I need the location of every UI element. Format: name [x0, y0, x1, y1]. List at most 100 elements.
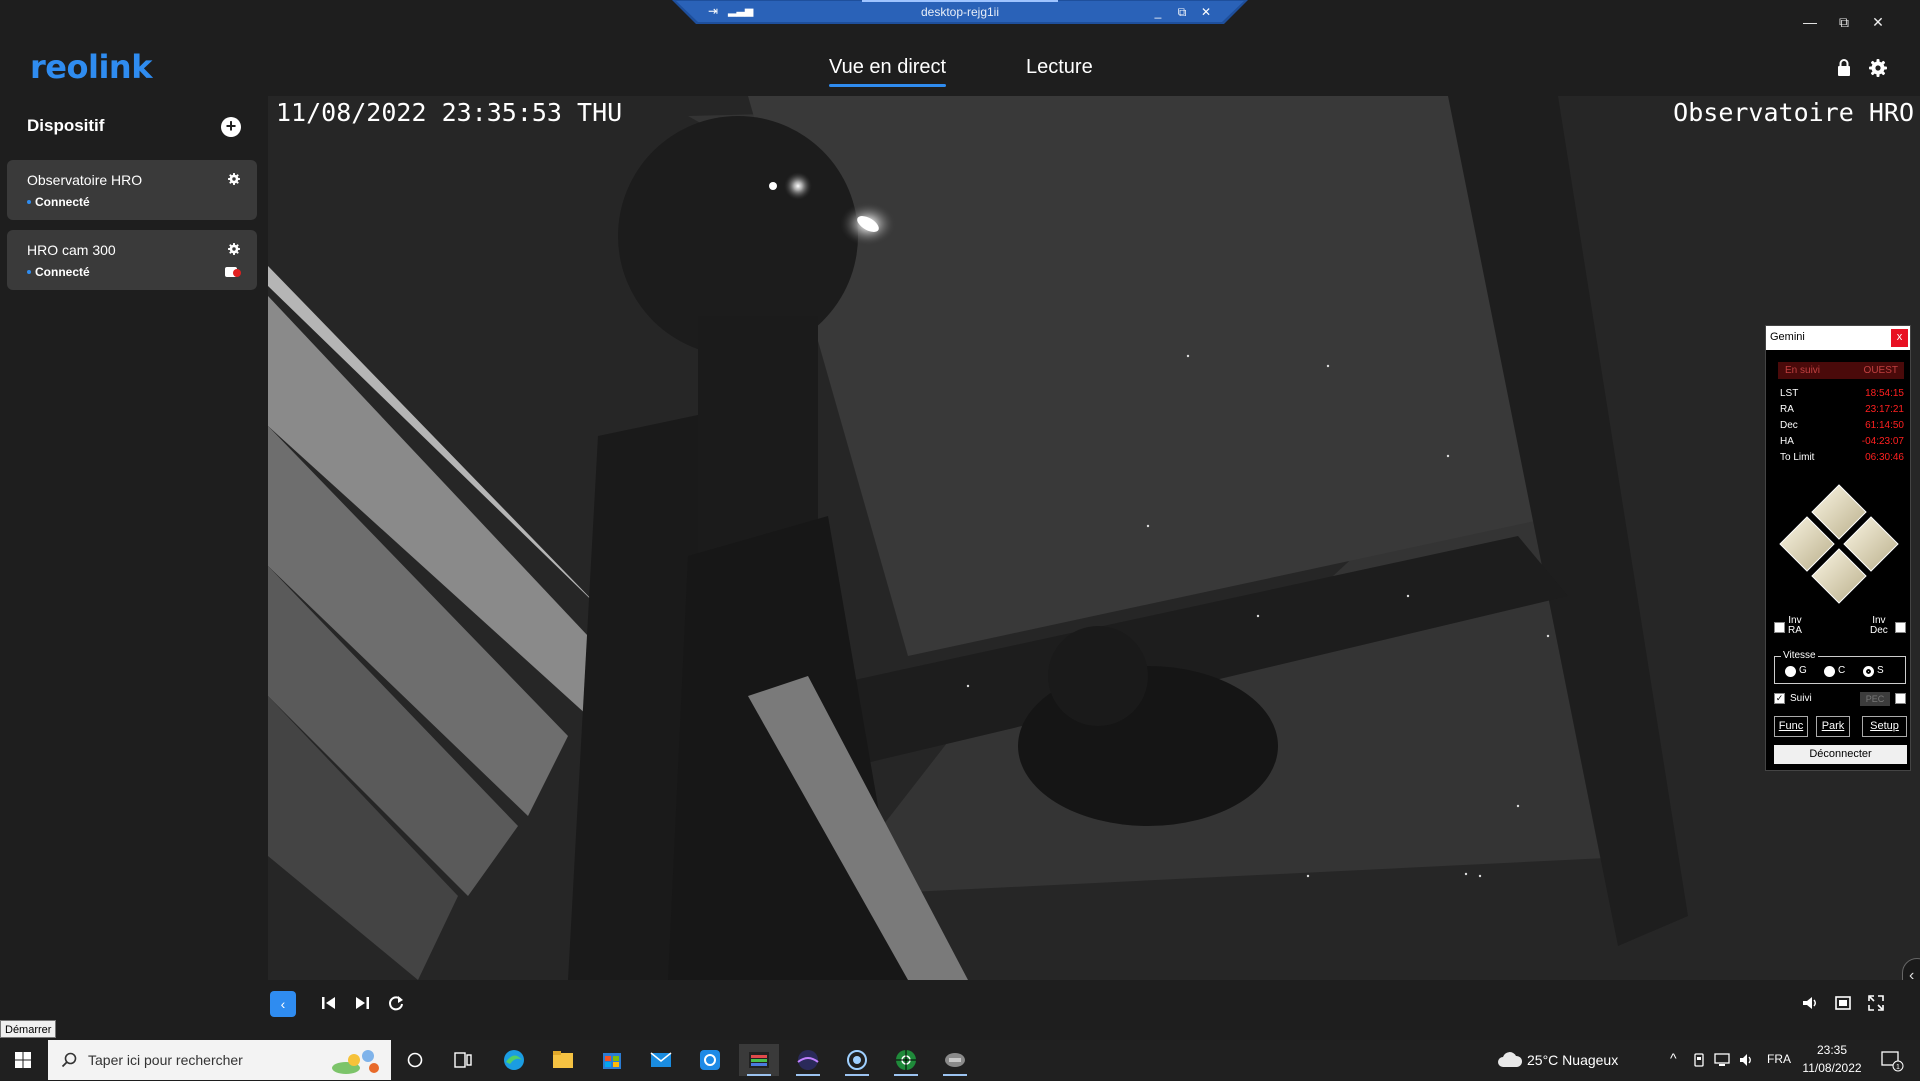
- weather-widget[interactable]: 25°C Nuageux: [1527, 1052, 1618, 1068]
- aspect-ratio-icon[interactable]: [1834, 994, 1852, 1012]
- fullscreen-icon[interactable]: [1867, 994, 1885, 1012]
- reolink-app-icon[interactable]: [690, 1044, 730, 1076]
- coord-value: 06:30:46: [1865, 452, 1904, 463]
- active-tab-indicator: [829, 84, 946, 87]
- volume-icon[interactable]: [1801, 994, 1819, 1012]
- camera-app-button[interactable]: [837, 1044, 877, 1076]
- windows-start-icon[interactable]: [0, 1040, 46, 1080]
- stellarium-app-button[interactable]: [788, 1044, 828, 1076]
- cortana-icon[interactable]: [395, 1044, 435, 1076]
- guiding-target-icon: [896, 1050, 916, 1070]
- speed-group: Vitesse G C S: [1774, 650, 1906, 684]
- park-button[interactable]: Park: [1816, 716, 1850, 737]
- gemini-titlebar: Gemini x: [1766, 326, 1910, 350]
- inv-dec-checkbox[interactable]: [1895, 622, 1906, 633]
- video-timestamp-overlay: 11/08/2022 23:35:53 THU: [276, 98, 623, 127]
- gemini-close-button[interactable]: x: [1891, 329, 1908, 347]
- search-icon: [61, 1052, 77, 1068]
- tab-playback[interactable]: Lecture: [1026, 56, 1093, 88]
- device-settings-gear-icon[interactable]: [226, 171, 242, 187]
- device-status: Connecté: [35, 265, 90, 279]
- file-explorer-icon[interactable]: [543, 1044, 583, 1076]
- usb-device-icon[interactable]: [1691, 1052, 1707, 1068]
- direction-pad: [1779, 484, 1899, 604]
- func-button[interactable]: Func: [1774, 716, 1808, 737]
- reolink-app: ⇥ ▂▃▅ desktop-rejg1ii _ ⧉ ✕ — ⧉ ✕ reolin…: [0, 0, 1920, 1080]
- setup-button[interactable]: Setup: [1862, 716, 1907, 737]
- device-name: Observatoire HRO: [27, 172, 143, 188]
- speed-radio-s-selected[interactable]: [1863, 666, 1874, 677]
- speed-option-g: G: [1799, 665, 1807, 676]
- speed-option-c: C: [1838, 665, 1846, 676]
- window-restore-button[interactable]: ⧉: [1829, 10, 1859, 34]
- device-card-hro-cam-300[interactable]: HRO cam 300 Connecté: [7, 230, 257, 290]
- refresh-icon[interactable]: [387, 994, 405, 1012]
- system-clock-date[interactable]: 11/08/2022: [1786, 1061, 1878, 1075]
- mail-icon[interactable]: [641, 1044, 681, 1076]
- pec-checkbox[interactable]: [1895, 693, 1906, 704]
- gemini-app-button[interactable]: [935, 1044, 975, 1076]
- chevron-up-icon[interactable]: ^: [1670, 1050, 1677, 1066]
- edge-browser-icon[interactable]: [494, 1044, 534, 1076]
- window-close-button[interactable]: ✕: [1863, 10, 1893, 34]
- speed-legend: Vitesse: [1781, 650, 1818, 661]
- coord-label: RA: [1780, 404, 1794, 415]
- running-indicator: [943, 1074, 967, 1076]
- search-placeholder: Taper ici pour rechercher: [88, 1052, 243, 1068]
- sidebar-title: Dispositif: [27, 116, 105, 135]
- inv-ra-label-line2: RA: [1788, 625, 1802, 636]
- coord-label: Dec: [1780, 420, 1798, 431]
- inv-dec-label-line2: Dec: [1870, 625, 1888, 636]
- remote-desktop-bar: ⇥ ▂▃▅ desktop-rejg1ii _ ⧉ ✕: [672, 0, 1248, 26]
- speed-radio-g[interactable]: [1785, 666, 1796, 677]
- running-indicator: [796, 1074, 820, 1076]
- pec-button[interactable]: PEC: [1860, 692, 1890, 706]
- next-icon[interactable]: [353, 994, 371, 1012]
- coord-row-dec: Dec 61:14:50: [1780, 420, 1904, 436]
- camera-image: [268, 96, 1920, 980]
- tracking-checkbox[interactable]: ✓: [1774, 693, 1785, 704]
- reolink-logo: reolink: [30, 48, 152, 86]
- mount-state-bar: En suivi OUEST: [1778, 362, 1904, 379]
- microsoft-store-icon[interactable]: [592, 1044, 632, 1076]
- pier-side: OUEST: [1863, 365, 1898, 376]
- coord-value: 18:54:15: [1865, 388, 1904, 399]
- tracking-status: En suivi: [1785, 365, 1821, 376]
- rd-close-button[interactable]: ✕: [1196, 2, 1216, 22]
- coord-row-ha: HA -04:23:07: [1780, 436, 1904, 452]
- running-indicator: [894, 1074, 918, 1076]
- coord-value: 61:14:50: [1865, 420, 1904, 431]
- start-tooltip: Démarrer: [0, 1020, 57, 1038]
- coord-value: 23:17:21: [1865, 404, 1904, 415]
- phd2-app-button[interactable]: [886, 1044, 926, 1076]
- sharpcap-app-button[interactable]: [739, 1044, 779, 1076]
- video-camera-name-overlay: Observatoire HRO: [1673, 98, 1914, 127]
- speed-radio-c[interactable]: [1824, 666, 1835, 677]
- window-minimize-button[interactable]: —: [1795, 10, 1825, 34]
- previous-icon[interactable]: [320, 994, 338, 1012]
- inv-dec-label: Inv Dec: [1870, 616, 1888, 636]
- tracking-checkbox-label: Suivi: [1790, 693, 1812, 704]
- device-settings-gear-icon[interactable]: [226, 241, 242, 257]
- speaker-icon[interactable]: [1738, 1052, 1756, 1068]
- network-icon[interactable]: [1713, 1052, 1731, 1068]
- task-view-icon[interactable]: [443, 1044, 483, 1076]
- camera-capture-icon: [847, 1050, 867, 1070]
- notifications-icon[interactable]: 1: [1880, 1050, 1904, 1072]
- status-dot: [27, 200, 31, 204]
- lock-icon[interactable]: [1832, 56, 1856, 80]
- live-video-feed[interactable]: 11/08/2022 23:35:53 THU Observatoire HRO: [268, 96, 1920, 980]
- coord-label: HA: [1780, 436, 1794, 447]
- add-device-button[interactable]: +: [221, 117, 241, 137]
- collapse-sidebar-button[interactable]: ‹: [270, 991, 296, 1017]
- system-clock-time[interactable]: 23:35: [1786, 1043, 1878, 1057]
- device-card-observatoire-hro[interactable]: Observatoire HRO Connecté: [7, 160, 257, 220]
- inv-ra-checkbox[interactable]: [1774, 622, 1785, 633]
- settings-gear-icon[interactable]: [1866, 56, 1890, 80]
- coord-row-to-limit: To Limit 06:30:46: [1780, 452, 1904, 468]
- taskbar-search-box[interactable]: Taper ici pour rechercher: [48, 1040, 391, 1080]
- disconnect-button[interactable]: Déconnecter: [1774, 745, 1907, 764]
- coord-value: -04:23:07: [1861, 436, 1904, 447]
- rd-minimize-button[interactable]: _: [1148, 2, 1168, 22]
- rd-restore-button[interactable]: ⧉: [1172, 2, 1192, 22]
